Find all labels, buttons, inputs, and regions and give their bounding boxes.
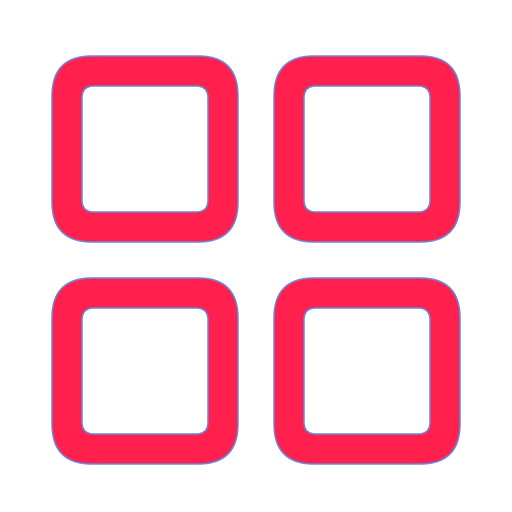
grid-cell-bottom-right <box>273 277 461 465</box>
grid-cells <box>51 55 461 465</box>
grid-cell-top-right <box>273 55 461 243</box>
grid-cell-bottom-left <box>51 277 239 465</box>
grid-icon-svg <box>51 55 461 465</box>
grid-cell-top-left <box>51 55 239 243</box>
icon-canvas <box>0 0 512 512</box>
grid-icon <box>0 0 512 512</box>
